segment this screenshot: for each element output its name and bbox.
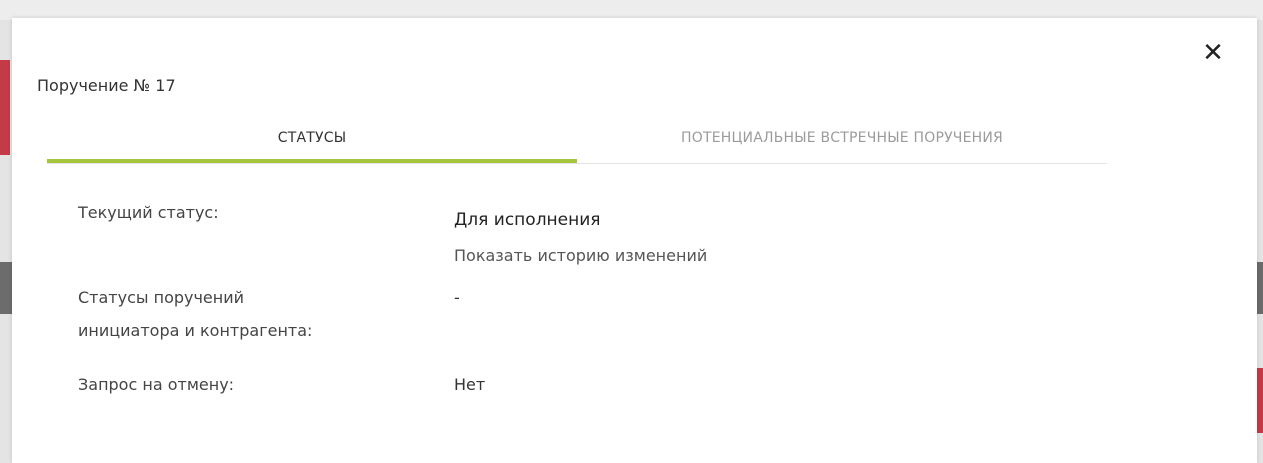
current-status-value: Для исполнения <box>454 210 601 230</box>
dialog-title: Поручение № 17 <box>37 76 176 95</box>
show-history-link[interactable]: Показать историю изменений <box>454 241 707 271</box>
tab-potential-counter-orders[interactable]: ПОТЕНЦИАЛЬНЫЕ ВСТРЕЧНЫЕ ПОРУЧЕНИЯ <box>577 118 1107 163</box>
tab-bar: СТАТУСЫ ПОТЕНЦИАЛЬНЫЕ ВСТРЕЧНЫЕ ПОРУЧЕНИ… <box>47 118 1107 164</box>
counterparty-statuses-value: - <box>454 288 460 307</box>
background-header-strip <box>0 0 1263 20</box>
current-status-label: Текущий статус: <box>78 203 219 222</box>
background-gray-block-right <box>1256 262 1263 314</box>
counterparty-statuses-label-line1: Статусы поручений <box>78 288 245 307</box>
order-dialog: ✕ Поручение № 17 СТАТУСЫ ПОТЕНЦИАЛЬНЫЕ В… <box>12 18 1257 463</box>
close-icon[interactable]: ✕ <box>1198 38 1228 68</box>
cancel-request-label: Запрос на отмену: <box>78 375 235 394</box>
cancel-request-value: Нет <box>454 375 486 394</box>
background-gray-block-left <box>0 262 12 314</box>
tab-statuses[interactable]: СТАТУСЫ <box>47 118 577 163</box>
counterparty-statuses-label-line2: инициатора и контрагента: <box>78 321 313 340</box>
background-red-block-left <box>0 60 10 155</box>
